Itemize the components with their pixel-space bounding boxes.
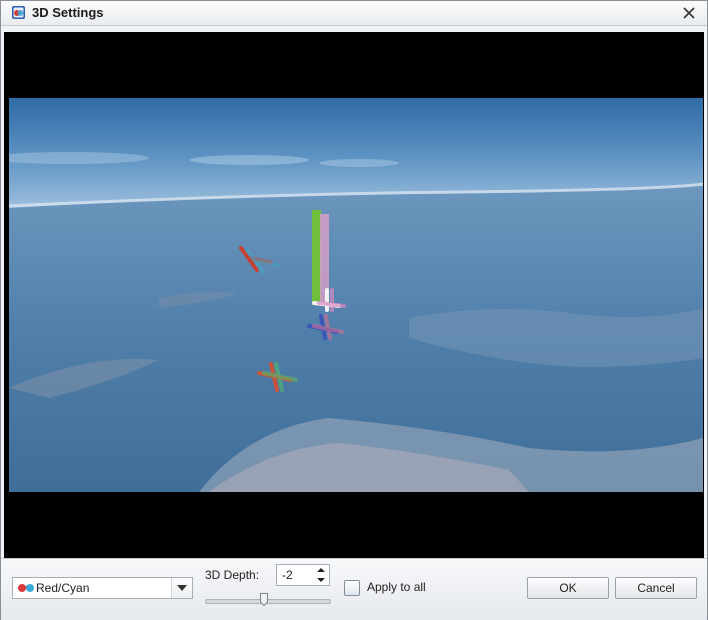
dialog-window: 3D Settings Red/Cyan 3D Depth: -2 Apply … [0, 0, 708, 620]
apply-to-all-checkbox[interactable] [344, 580, 360, 596]
depth-label: 3D Depth: [205, 568, 260, 582]
depth-slider-track[interactable] [205, 599, 331, 604]
close-icon[interactable] [679, 3, 699, 23]
depth-stepper[interactable]: -2 [276, 564, 330, 586]
dropdown-button[interactable] [171, 578, 192, 598]
depth-spin [313, 565, 329, 585]
chevron-down-icon [177, 585, 187, 591]
preview-image [9, 98, 703, 492]
title-bar: 3D Settings [1, 1, 707, 26]
anaglyph-glasses-icon [18, 584, 34, 592]
settings-bar: Red/Cyan 3D Depth: -2 Apply to all OK Ca… [1, 558, 707, 620]
cancel-button[interactable]: Cancel [615, 577, 697, 599]
3d-mode-value: Red/Cyan [36, 581, 90, 595]
3d-app-icon [12, 6, 25, 19]
spin-down-icon[interactable] [313, 575, 329, 585]
3d-mode-select[interactable]: Red/Cyan [12, 577, 193, 599]
depth-value[interactable]: -2 [282, 568, 293, 582]
apply-to-all-label[interactable]: Apply to all [367, 580, 426, 594]
window-title: 3D Settings [32, 5, 104, 20]
video-preview [4, 32, 704, 558]
ok-button[interactable]: OK [527, 577, 609, 599]
depth-slider-thumb[interactable] [260, 593, 268, 606]
spin-up-icon[interactable] [313, 565, 329, 575]
